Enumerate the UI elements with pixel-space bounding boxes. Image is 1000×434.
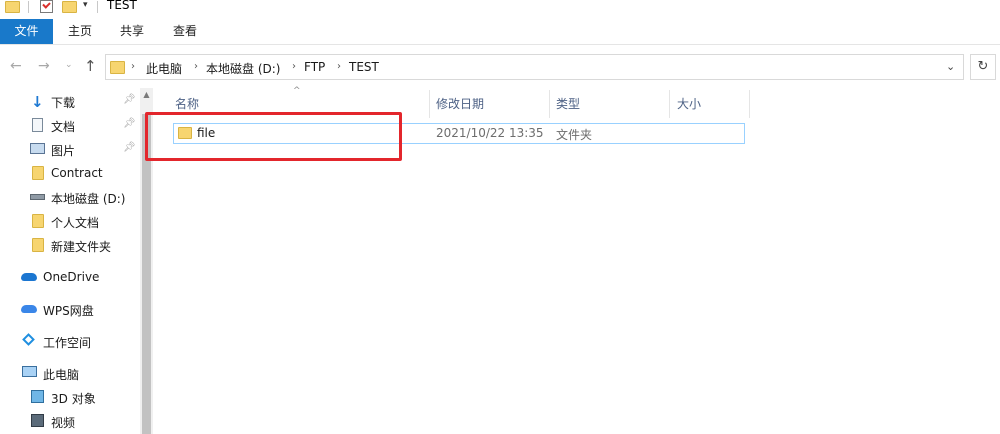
pin-icon[interactable]: 📌︎ <box>123 142 136 153</box>
sidebar-item-wps-drive[interactable]: WPS网盘 <box>0 297 140 321</box>
document-icon <box>32 118 43 132</box>
breadcrumb-local-disk[interactable]: 本地磁盘 (D:) <box>206 60 280 77</box>
new-folder-icon[interactable] <box>62 1 77 13</box>
title-bar: ▾ TEST <box>0 0 1000 14</box>
sidebar-item-downloads[interactable]: ↓ 下载 📌︎ <box>0 89 140 113</box>
sidebar-item-label: 视频 <box>51 416 76 430</box>
workspace-icon <box>22 333 35 346</box>
download-icon: ↓ <box>31 93 44 111</box>
sidebar-item-3d-objects[interactable]: 3D 对象 <box>0 385 140 409</box>
up-arrow-icon[interactable]: ↑ <box>84 57 97 75</box>
sidebar-item-label: 下载 <box>51 96 76 110</box>
breadcrumb-separator[interactable]: › <box>292 61 296 72</box>
sort-ascending-icon: ^ <box>293 86 301 96</box>
navigation-pane: ↓ 下载 📌︎ 文档 📌︎ 图片 📌︎ Contract 本地磁盘 (D:) 个… <box>0 88 140 434</box>
sidebar-item-label: 新建文件夹 <box>51 240 112 254</box>
sidebar-item-label: WPS网盘 <box>43 304 94 318</box>
toolbar-divider <box>97 1 98 13</box>
3d-objects-icon <box>31 390 44 403</box>
folder-icon[interactable] <box>5 1 20 13</box>
drive-icon <box>30 194 45 200</box>
address-bar[interactable]: › 此电脑 › 本地磁盘 (D:) › FTP › TEST ⌄ <box>105 54 964 80</box>
folder-icon <box>32 214 44 228</box>
pin-icon[interactable]: 📌︎ <box>123 118 136 129</box>
breadcrumb-test[interactable]: TEST <box>349 60 379 74</box>
column-divider[interactable] <box>549 90 550 118</box>
sidebar-item-label: 个人文档 <box>51 216 100 230</box>
breadcrumb-separator[interactable]: › <box>337 61 341 72</box>
sidebar-item-local-disk[interactable]: 本地磁盘 (D:) <box>0 185 140 209</box>
picture-icon <box>30 143 45 154</box>
column-divider[interactable] <box>429 90 430 118</box>
sidebar-item-contract[interactable]: Contract <box>0 161 140 185</box>
properties-check-icon[interactable] <box>40 0 53 13</box>
address-history-chevron-icon[interactable]: ⌄ <box>946 60 955 73</box>
forward-arrow-icon[interactable]: → <box>38 58 50 74</box>
sidebar-item-this-pc[interactable]: 此电脑 <box>0 361 140 385</box>
refresh-icon[interactable]: ↻ <box>970 54 996 80</box>
column-header-modified[interactable]: 修改日期 <box>436 92 484 116</box>
folder-icon <box>110 61 125 74</box>
toolbar-divider <box>28 1 29 13</box>
cloud-icon <box>21 273 37 281</box>
sidebar-item-label: 本地磁盘 (D:) <box>51 192 126 206</box>
breadcrumb-ftp[interactable]: FTP <box>304 60 325 74</box>
customize-toolbar-dropdown-icon[interactable]: ▾ <box>83 0 88 10</box>
column-header-type[interactable]: 类型 <box>556 92 580 116</box>
back-arrow-icon[interactable]: ← <box>10 58 22 74</box>
sidebar-item-label: 此电脑 <box>43 368 80 382</box>
tab-view[interactable]: 查看 <box>165 19 205 44</box>
file-modified-date: 2021/10/22 13:35 <box>436 126 544 140</box>
scroll-up-arrow-icon[interactable]: ▲ <box>140 90 153 104</box>
sidebar-item-label: 图片 <box>51 144 76 158</box>
sidebar-item-new-folder[interactable]: 新建文件夹 <box>0 233 140 257</box>
column-divider[interactable] <box>749 90 750 118</box>
ribbon-tabs: 文件 主页 共享 查看 <box>0 19 1000 45</box>
wps-cloud-icon <box>21 305 37 313</box>
sidebar-item-documents[interactable]: 文档 📌︎ <box>0 113 140 137</box>
sidebar-item-label: OneDrive <box>43 270 100 284</box>
sidebar-scrollbar-thumb[interactable] <box>142 114 151 434</box>
breadcrumb-this-pc[interactable]: 此电脑 <box>146 60 182 77</box>
column-header-size[interactable]: 大小 <box>677 92 701 116</box>
breadcrumb-separator[interactable]: › <box>194 61 198 72</box>
folder-icon <box>32 166 44 180</box>
column-divider[interactable] <box>669 90 670 118</box>
sidebar-item-label: Contract <box>51 166 103 180</box>
sidebar-item-label: 工作空间 <box>43 336 92 350</box>
window-title: TEST <box>107 0 137 12</box>
sidebar-item-videos[interactable]: 视频 <box>0 409 140 433</box>
pin-icon[interactable]: 📌︎ <box>123 94 136 105</box>
file-type: 文件夹 <box>556 128 593 142</box>
folder-icon <box>32 238 44 252</box>
video-icon <box>31 414 44 427</box>
tab-home[interactable]: 主页 <box>60 19 100 44</box>
sidebar-item-label: 文档 <box>51 120 76 134</box>
sidebar-item-personal-docs[interactable]: 个人文档 <box>0 209 140 233</box>
sidebar-item-workspace[interactable]: 工作空间 <box>0 329 140 353</box>
sidebar-item-onedrive[interactable]: OneDrive <box>0 265 140 289</box>
sidebar-item-pictures[interactable]: 图片 📌︎ <box>0 137 140 161</box>
highlight-annotation-box <box>145 112 402 161</box>
tab-file[interactable]: 文件 <box>0 19 53 44</box>
recent-locations-chevron-icon[interactable]: ⌄ <box>65 60 73 70</box>
computer-icon <box>22 366 37 377</box>
breadcrumb-separator[interactable]: › <box>131 61 135 72</box>
tab-share[interactable]: 共享 <box>112 19 152 44</box>
sidebar-item-label: 3D 对象 <box>51 392 96 406</box>
